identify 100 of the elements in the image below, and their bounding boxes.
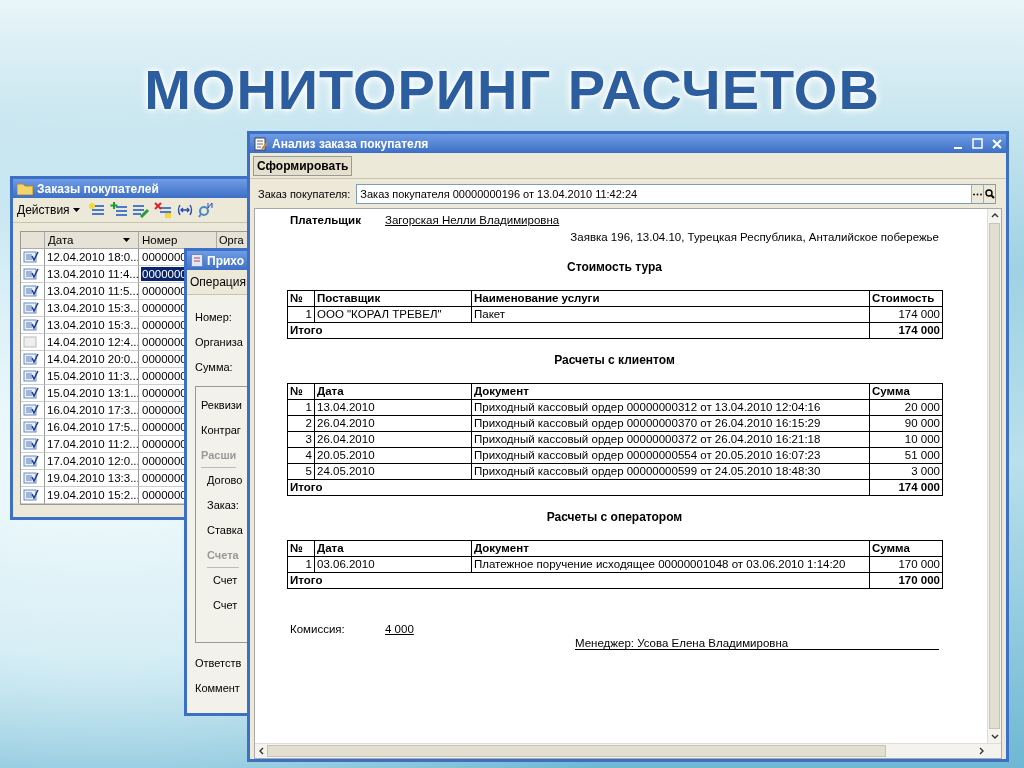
dots-icon [973,192,982,196]
field-label: Заказ покупателя: [258,188,351,200]
table-cell: 1 [287,399,315,416]
list-plus-icon[interactable] [109,202,128,218]
column-header: Сумма [869,540,943,557]
brackets-arrow-icon[interactable] [175,202,194,218]
table-cell: Приходный кассовый ордер 00000000372 от 26.04.2010 16:21:18 [471,431,870,448]
table-cell: 15.04.2010 11:3... [45,368,139,385]
field-label: Ставка [207,523,244,538]
table-cell: Приходный кассовый ордер 00000000554 от 20.05.2010 16:07:23 [471,447,870,464]
table-cell: 14.04.2010 20:0... [45,351,139,368]
order-field[interactable]: Заказ покупателя 00000000196 от 13.04.2010 11:42:24 [356,184,996,204]
table-cell: 5 [287,463,315,480]
table-cell: 4 [287,447,315,464]
field-label: Реквизи [201,398,243,413]
table-cell: 26.04.2010 [314,415,472,432]
field-label: Счет [213,573,239,588]
maximize-icon[interactable] [972,138,983,149]
table-cell: 2 [287,415,315,432]
field-label: Ответств [195,656,243,671]
table-cell: 24.05.2010 [314,463,472,480]
horizontal-scrollbar[interactable] [255,743,1001,758]
table-cell: 13.04.2010 15:3... [45,317,139,334]
window-title: Прихо [207,253,245,268]
commission-value: 4 000 [385,623,414,635]
search-button[interactable] [983,185,995,203]
total-label: Итого [287,572,870,589]
table-cell: 3 [287,431,315,448]
field-label: Догово [207,473,244,488]
magnifier-icon[interactable] [197,202,214,218]
table-cell: 10 000 [869,431,943,448]
caret-icon [72,208,80,212]
total-cell: 174 000 [869,479,943,496]
section-heading: Расши [201,443,237,468]
column-header: Дата [314,383,472,400]
table-cell: 16.04.2010 17:5... [45,419,139,436]
section-title: Стоимость тура [567,260,662,274]
form-icon [191,254,203,267]
table-cell: 13.04.2010 11:5... [45,283,139,300]
total-cell: 174 000 [869,322,943,339]
table-cell: 19.04.2010 15:2... [45,487,139,504]
table-cell: 1 [287,306,315,323]
table-cell: 19.04.2010 13:3... [45,470,139,487]
field-label: Контраг [201,423,242,438]
field-label: Номер: [195,310,233,325]
payer-label: Плательщик [290,214,362,226]
section-heading: Счета [207,543,239,568]
commission-label: Комиссия: [290,623,346,635]
total-label: Итого [287,479,870,496]
table-cell: Приходный кассовый ордер 00000000599 от 24.05.2010 18:48:30 [471,463,870,480]
list-cross-icon[interactable] [153,202,172,218]
table-cell: 13.04.2010 [314,399,472,416]
column-header: № [287,540,315,557]
column-header: Поставщик [314,290,472,307]
table-cell: 170 000 [869,556,943,573]
close-icon[interactable] [992,138,1002,149]
table-cell: Приходный кассовый ордер 00000000370 от 26.04.2010 16:15:29 [471,415,870,432]
table-cell: 26.04.2010 [314,431,472,448]
table-cell: 17.04.2010 11:2... [45,436,139,453]
column-header: № [287,383,315,400]
table-cell: 16.04.2010 17:3... [45,402,139,419]
request-text: Заявка 196, 13.04.10, Турецкая Республика, Анталийское побережье [570,231,939,243]
list-star-icon[interactable] [87,202,106,218]
table-cell: 03.06.2010 [314,556,472,573]
table-cell: 51 000 [869,447,943,464]
document-pencil-icon [254,136,268,151]
window-title: Заказы покупателей [37,181,159,196]
total-cell: 170 000 [869,572,943,589]
table-cell: 14.04.2010 12:4... [45,334,139,351]
column-header: № [287,290,315,307]
list-pencil-icon[interactable] [131,202,150,218]
table-cell: 12.04.2010 18:0... [45,249,139,266]
table-cell: 15.04.2010 13:1... [45,385,139,402]
section-title: Расчеты с клиентом [554,353,675,367]
payer-link[interactable]: Загорская Нелли Владимировна [385,214,560,226]
table-cell: 90 000 [869,415,943,432]
field-label: Организа [195,335,244,350]
table-cell: 174 000 [869,306,943,323]
column-header: Наименование услуги [471,290,870,307]
sort-icon [123,238,130,242]
field-label: Счет [213,598,239,613]
slide-title: МОНИТОРИНГ РАСЧЕТОВ [143,57,881,118]
field-label: Сумма: [195,360,234,375]
window-title: Анализ заказа покупателя [272,136,429,151]
column-header: Дата [314,540,472,557]
column-header[interactable]: Дата [48,232,74,248]
actions-menu[interactable]: Действия [15,203,84,217]
table-cell: 1 [287,556,315,573]
table-cell: Пакет [471,306,870,323]
generate-button[interactable]: Сформировать [253,155,353,176]
table-cell: 20 000 [869,399,943,416]
table-cell: 20.05.2010 [314,447,472,464]
column-header: Сумма [869,383,943,400]
field-label: Заказ: [207,498,240,513]
table-cell: 13.04.2010 15:3... [45,300,139,317]
table-cell: 17.04.2010 12:0... [45,453,139,470]
vertical-scrollbar[interactable] [987,209,1001,743]
table-cell: ООО "КОРАЛ ТРЕВЕЛ" [314,306,472,323]
column-header: Стоимость [869,290,943,307]
choose-button[interactable] [971,185,983,203]
